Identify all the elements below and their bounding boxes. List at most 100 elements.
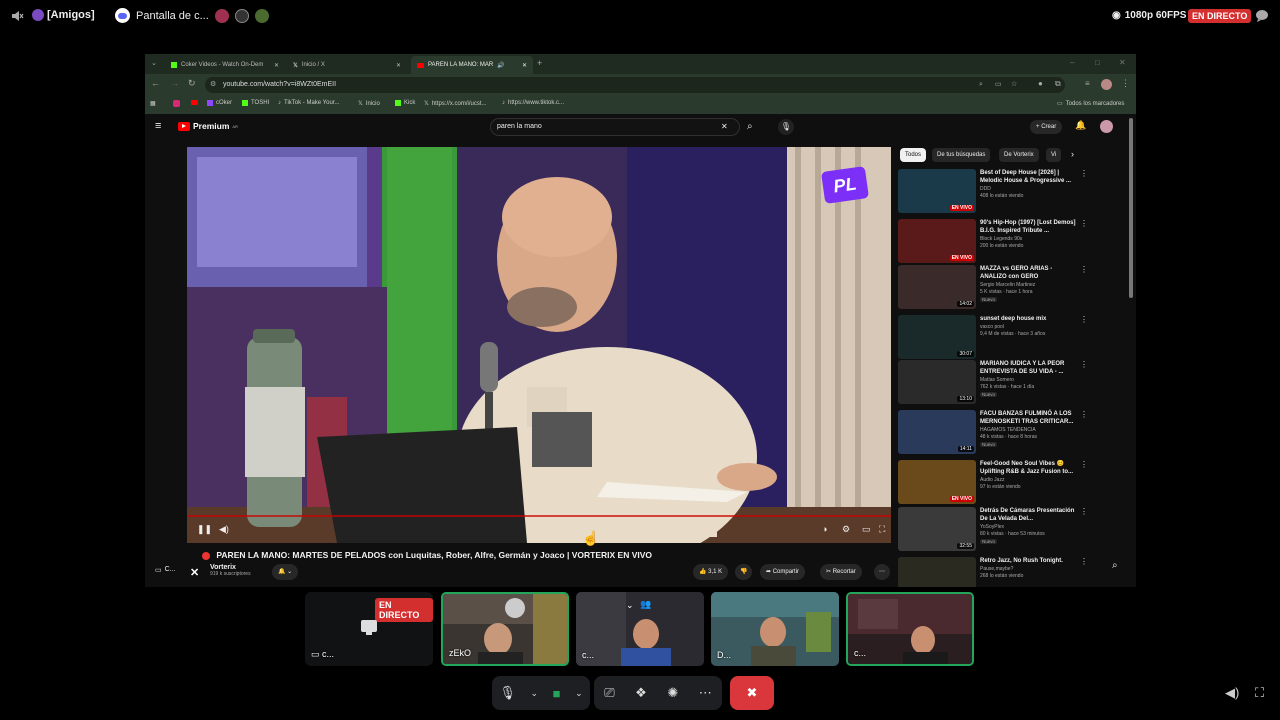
more-options-icon[interactable]: ⋮ [1080, 557, 1088, 566]
recommendation-item[interactable]: Retro Jazz, No Rush Tonight. Pause,maybe?… [898, 557, 1088, 587]
theater-mode-icon[interactable]: ▭ [862, 524, 871, 535]
speaker-icon[interactable]: 🔊 [497, 62, 504, 69]
cast-icon[interactable]: ▭ [995, 77, 1002, 93]
more-options-icon[interactable]: ⋮ [1080, 460, 1088, 469]
hamburger-menu-icon[interactable]: ≡ [155, 120, 161, 132]
account-avatar[interactable] [1100, 120, 1113, 133]
settings-gear-icon[interactable]: ⚙ [842, 524, 850, 535]
browser-tab[interactable]: Coker Videos - Watch On-Dem ✕ [165, 56, 285, 74]
recommendation-thumbnail[interactable]: 14:11 [898, 410, 976, 454]
zoom-icon[interactable]: ⌕ [979, 77, 983, 93]
server-name[interactable]: [Amigos] [47, 9, 95, 21]
video-player[interactable]: PL ❚❚ ◀) ◑ ⚙ ▭ ⛶ [187, 147, 891, 543]
more-options-icon[interactable]: ⋮ [1080, 410, 1088, 419]
participant-tile[interactable]: c... [846, 592, 974, 666]
recommendation-channel[interactable]: Pause,maybe? [980, 566, 1080, 573]
like-button[interactable]: 👍 3,1 K [693, 564, 729, 580]
bookmark-item[interactable]: cOker [207, 100, 232, 106]
window-close-icon[interactable]: ✕ [1119, 58, 1126, 67]
extension-icon[interactable]: ● [1038, 79, 1043, 88]
channel-info[interactable]: Vorterix 919 k suscriptores [210, 564, 251, 577]
chip-todos[interactable]: Todos [900, 148, 927, 162]
more-options-icon[interactable]: ⋮ [1080, 360, 1088, 369]
subscribed-bell-button[interactable]: 🔔 ⌄ [272, 564, 299, 580]
autoplay-toggle[interactable]: ◑ [822, 524, 827, 534]
camera-icon[interactable]: ■ [553, 686, 561, 701]
bookmark-item[interactable]: TOSHI [242, 100, 269, 106]
recommendation-item[interactable]: 14:11 FACU BANZAS FULMINÓ A LOS MERNOSKET… [898, 410, 1088, 456]
more-actions-button[interactable]: ⋯ [874, 564, 890, 580]
recommendation-thumbnail[interactable]: 13:10 [898, 360, 976, 404]
fullscreen-icon[interactable]: ⛶ [1255, 685, 1264, 701]
forward-icon[interactable]: → [170, 78, 179, 88]
bookmark-item[interactable]: 𝕏 Inicio [358, 100, 380, 108]
chip-tus-busquedas[interactable]: De tus búsquedas [932, 148, 991, 162]
recommendation-item[interactable]: EN VIVO 90's Hip-Hop (1997) [Lost Demos] … [898, 219, 1088, 265]
recommendation-title[interactable]: MARIANO IUDICA Y LA PEOR ENTREVISTA DE S… [980, 360, 1076, 376]
recommendation-title[interactable]: MAZZA vs GERO ARIAS - ANALIZO con GERO [980, 265, 1076, 281]
fullscreen-icon[interactable]: ⛶ [879, 524, 885, 535]
site-info-icon[interactable]: ⚙ [210, 77, 216, 93]
chevron-down-icon[interactable]: ⌄ [530, 688, 538, 699]
microphone-icon[interactable]: 🎙 [499, 685, 516, 701]
close-icon[interactable]: ✕ [522, 62, 527, 69]
participant-tile[interactable]: D... [711, 592, 839, 666]
volume-muted-icon[interactable] [10, 9, 24, 23]
volume-icon[interactable]: ◀) [219, 524, 229, 535]
more-options-icon[interactable]: ⋮ [1080, 315, 1088, 324]
volume-icon[interactable]: ◀) [1225, 685, 1239, 701]
bookmark-item[interactable]: Kick [395, 100, 415, 106]
recommendation-item[interactable]: EN VIVO Feel-Good Neo Soul Vibes 😊 Uplift… [898, 460, 1088, 506]
recommendation-thumbnail[interactable]: EN VIVO [898, 169, 976, 213]
youtube-logo[interactable]: Premium AR [178, 121, 238, 131]
recommendation-item[interactable]: EN VIVO Best of Deep House [2026] | Melod… [898, 169, 1088, 215]
recommendation-thumbnail[interactable]: EN VIVO [898, 460, 976, 504]
recommendation-title[interactable]: Detrás De Cámaras Presentación De La Vel… [980, 507, 1076, 523]
browser-tab-active[interactable]: PAREN LA MANO: MAR 🔊 ✕ [411, 56, 533, 74]
all-bookmarks[interactable]: ▭ Todos los marcadores [1057, 100, 1124, 108]
recommendation-item[interactable]: 30:07 sunset deep house mix vasco pool 9,4 … [898, 315, 1088, 361]
participant-tile[interactable]: zEkO [441, 592, 569, 666]
maximize-icon[interactable]: □ [1095, 58, 1100, 67]
participant-tile[interactable]: ⌄ 👥 c... [576, 592, 704, 666]
recommendation-channel[interactable]: DDD [980, 186, 1080, 193]
pause-icon[interactable]: ❚❚ [197, 524, 212, 535]
recommendation-channel[interactable]: YoSoyPlex [980, 524, 1080, 531]
bookmark-item[interactable]: ♪ https://www.tiktok.c... [502, 100, 564, 106]
recommendation-title[interactable]: Feel-Good Neo Soul Vibes 😊 Uplifting R&B… [980, 460, 1076, 476]
scrollbar[interactable] [1129, 118, 1133, 298]
recommendation-title[interactable]: FACU BANZAS FULMINÓ A LOS MERNOSKETI TRA… [980, 410, 1076, 426]
chevron-down-icon[interactable]: ⌄ [626, 600, 634, 611]
recommendation-thumbnail[interactable]: 14:02 [898, 265, 976, 309]
bookmark-star-icon[interactable]: ☆ [1011, 77, 1017, 93]
stream-indicator[interactable]: Pantalla de c... [115, 8, 269, 23]
bookmark-item[interactable]: ♪ TikTok - Make Your... [278, 100, 339, 106]
recommendation-thumbnail[interactable]: 32:55 [898, 507, 976, 551]
new-tab-icon[interactable]: + [537, 58, 542, 68]
recommendation-item[interactable]: 14:02 MAZZA vs GERO ARIAS - ANALIZO con G… [898, 265, 1088, 311]
recommendation-channel[interactable]: HAGAMOS TENDENCIA [980, 427, 1080, 434]
recommendation-thumbnail[interactable] [898, 557, 976, 587]
vorterix-channel-icon[interactable]: ✕ [190, 566, 199, 579]
recommendation-item[interactable]: 32:55 Detrás De Cámaras Presentación De L… [898, 507, 1088, 553]
dislike-button[interactable]: 👎 [735, 564, 753, 580]
kebab-menu-icon[interactable]: ⋮ [1121, 78, 1130, 89]
recommendation-title[interactable]: sunset deep house mix [980, 315, 1076, 323]
more-options-icon[interactable]: ⋮ [1080, 169, 1088, 178]
clip-button[interactable]: ✂ Recortar [820, 564, 862, 580]
recommendation-thumbnail[interactable]: EN VIVO [898, 219, 976, 263]
more-options-icon[interactable]: ⋮ [1080, 219, 1088, 228]
recommendation-item[interactable]: 13:10 MARIANO IUDICA Y LA PEOR ENTREVISTA… [898, 360, 1088, 406]
activities-icon[interactable]: ❖ [635, 685, 647, 701]
stream-quality[interactable]: ◉ 1080p 60FPS [1112, 10, 1186, 21]
recommendation-channel[interactable]: vasco pool [980, 324, 1080, 331]
back-icon[interactable]: ← [151, 78, 160, 88]
screen-share-icon[interactable]: ⎚ [604, 685, 614, 701]
recommendation-title[interactable]: Best of Deep House [2026] | Melodic Hous… [980, 169, 1076, 185]
menu-list-icon[interactable]: ≡ [1085, 79, 1090, 88]
notifications-bell-icon[interactable]: 🔔 [1075, 120, 1086, 131]
chip-vorterix[interactable]: De Vorterix [999, 148, 1039, 162]
chat-bubble-icon[interactable] [1255, 9, 1269, 28]
more-options-icon[interactable]: ⋮ [1080, 507, 1088, 516]
minimize-icon[interactable]: – [1070, 58, 1074, 67]
